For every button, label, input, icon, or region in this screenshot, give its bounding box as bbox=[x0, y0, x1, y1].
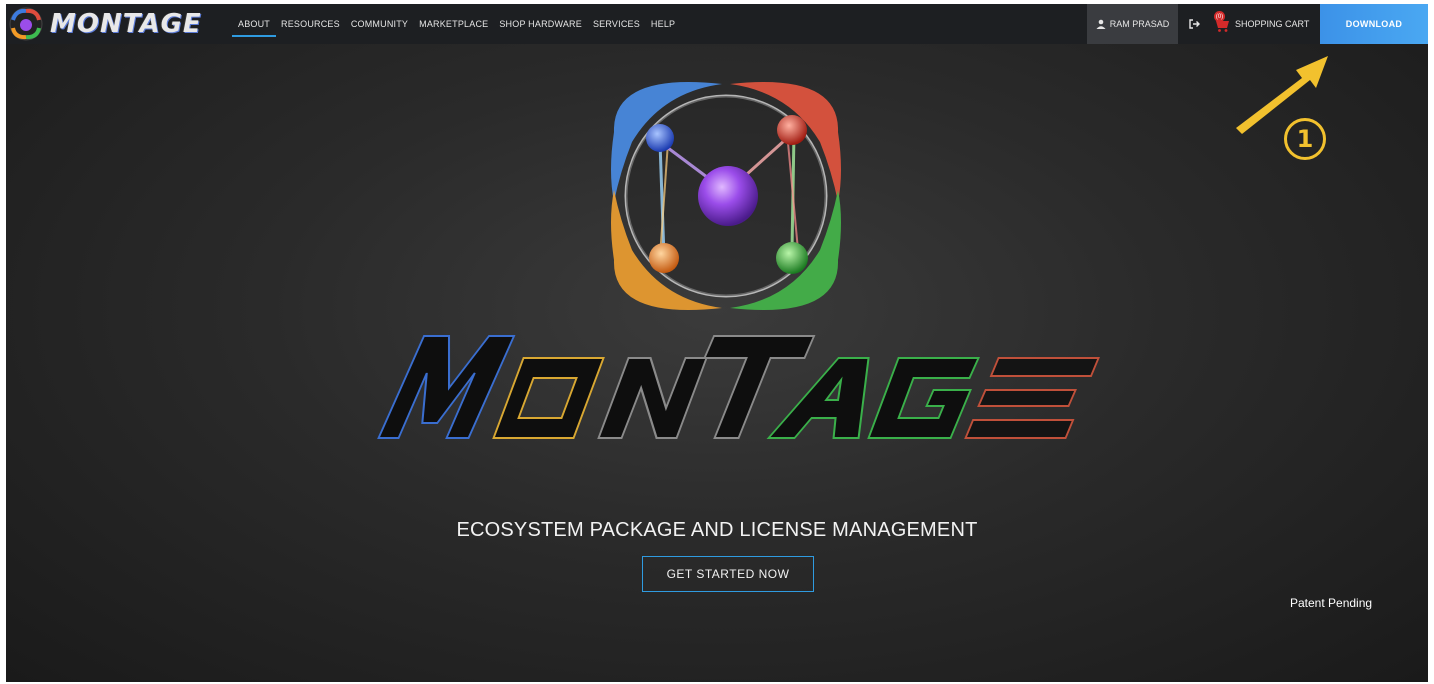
brand-logo[interactable]: MONTAGE bbox=[6, 6, 226, 42]
patent-pending-text: Patent Pending bbox=[1290, 596, 1373, 610]
download-button[interactable]: DOWNLOAD bbox=[1320, 4, 1428, 44]
hero-tagline: ECOSYSTEM PACKAGE AND LICENSE MANAGEMENT bbox=[456, 519, 978, 541]
logout-button[interactable] bbox=[1182, 4, 1206, 44]
nav-item-shop-hardware[interactable]: SHOP HARDWARE bbox=[499, 4, 582, 44]
cart-count-badge: (0) bbox=[1214, 11, 1225, 22]
montage-wordmark-graphic bbox=[377, 335, 1100, 439]
page-frame: MONTAGE ABOUT RESOURCES COMMUNITY MARKET… bbox=[6, 4, 1428, 682]
shopping-cart-button[interactable]: (0) SHOPPING CART bbox=[1214, 4, 1324, 44]
annotation-step-number: 1 bbox=[1284, 118, 1326, 160]
main-nav: ABOUT RESOURCES COMMUNITY MARKETPLACE SH… bbox=[231, 4, 686, 44]
user-account-button[interactable]: RAM PRASAD bbox=[1087, 4, 1178, 44]
annotation-arrow-icon bbox=[1236, 56, 1328, 134]
nav-item-services[interactable]: SERVICES bbox=[593, 4, 640, 44]
logout-icon bbox=[1188, 19, 1200, 29]
montage-emblem-graphic bbox=[611, 82, 841, 310]
get-started-button[interactable]: GET STARTED NOW bbox=[642, 556, 814, 592]
nav-item-community[interactable]: COMMUNITY bbox=[351, 4, 408, 44]
montage-logo-icon bbox=[9, 7, 43, 41]
nav-item-marketplace[interactable]: MARKETPLACE bbox=[419, 4, 488, 44]
brand-wordmark: MONTAGE bbox=[50, 9, 202, 39]
top-navbar: MONTAGE ABOUT RESOURCES COMMUNITY MARKET… bbox=[6, 4, 1428, 44]
nav-item-resources[interactable]: RESOURCES bbox=[281, 4, 340, 44]
cart-label: SHOPPING CART bbox=[1235, 19, 1310, 29]
user-icon bbox=[1096, 19, 1106, 29]
nav-item-about[interactable]: ABOUT bbox=[231, 4, 277, 44]
cart-icon: (0) bbox=[1214, 11, 1232, 33]
user-name: RAM PRASAD bbox=[1109, 19, 1170, 29]
nav-item-help[interactable]: HELP bbox=[651, 4, 675, 44]
